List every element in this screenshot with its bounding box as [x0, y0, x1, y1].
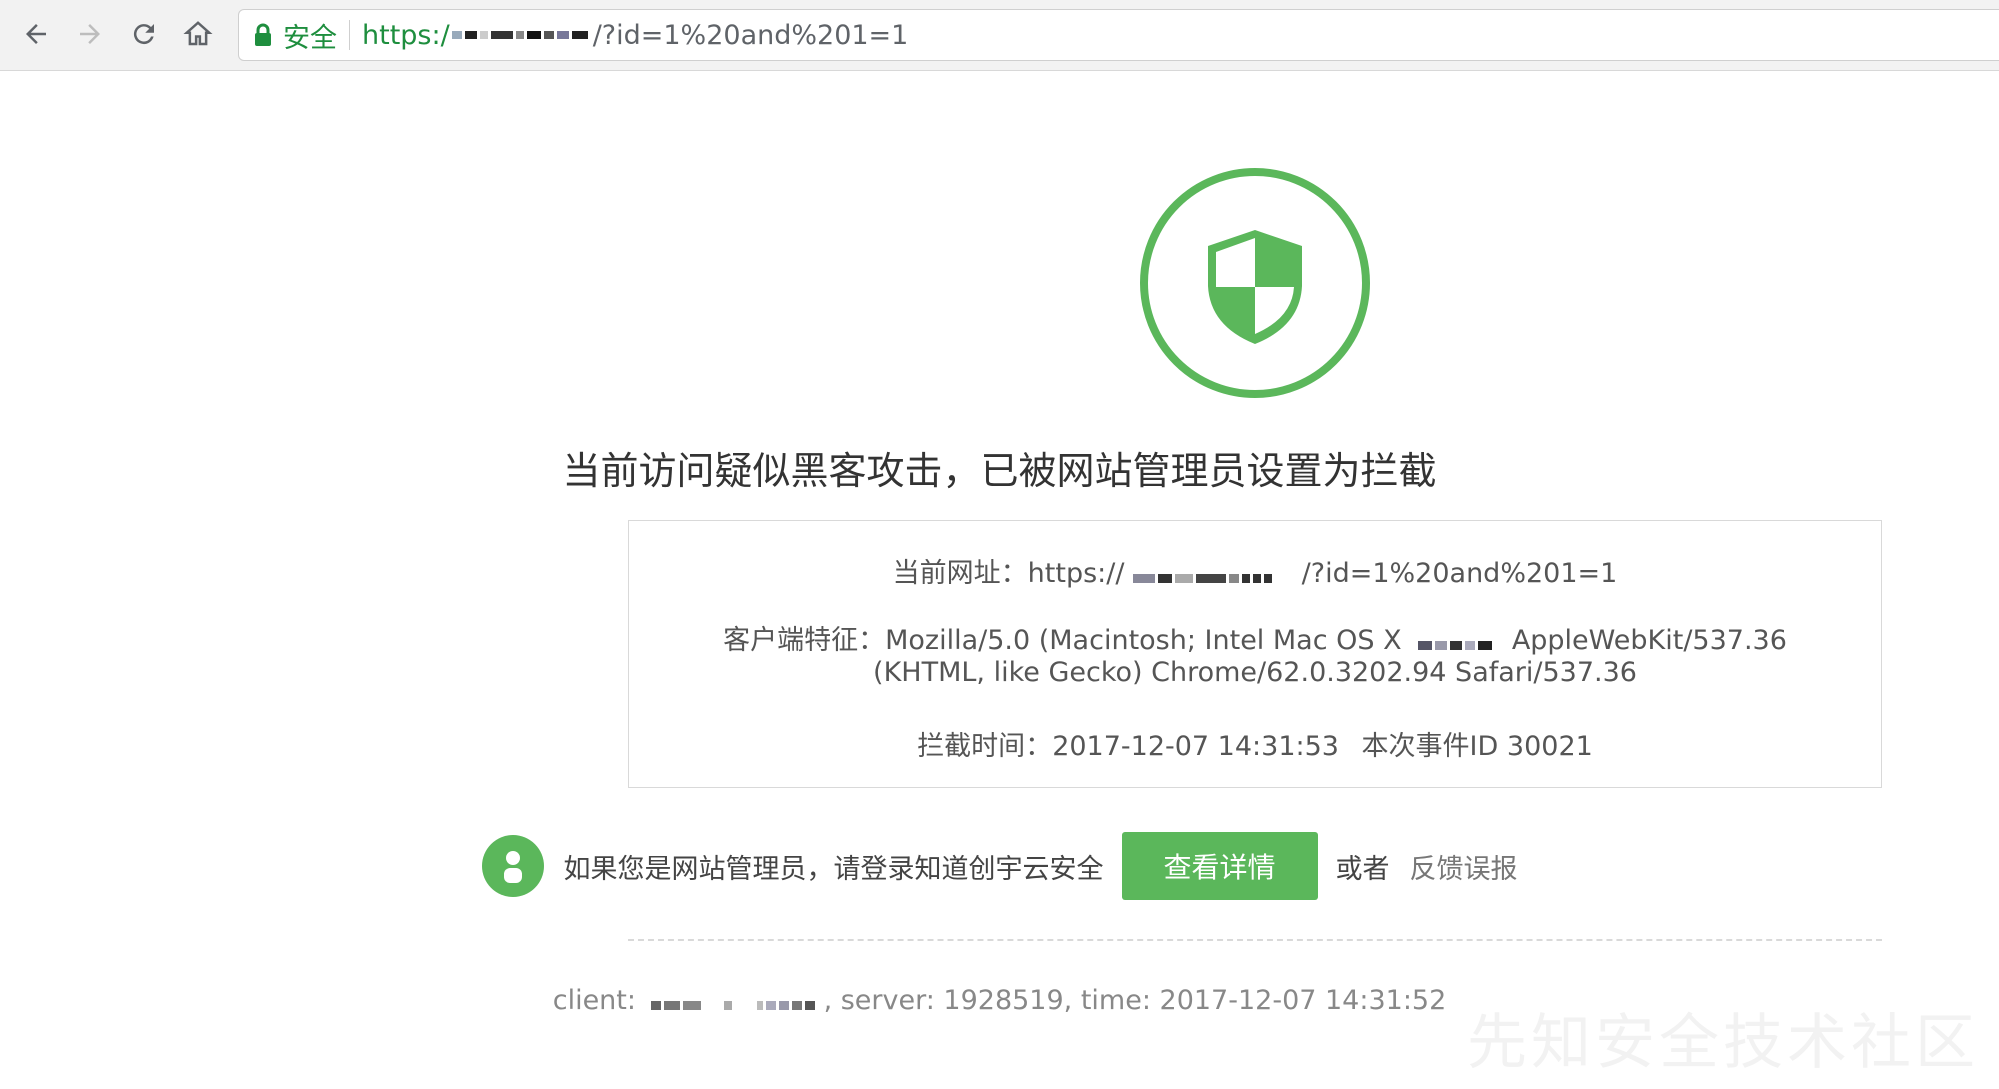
- event-id-value: 30021: [1506, 731, 1593, 762]
- home-icon: [183, 21, 213, 46]
- intercept-time-label: 拦截时间：: [917, 731, 1053, 762]
- admin-prompt: 如果您是网站管理员，请登录知道创宇云安全: [563, 853, 1104, 885]
- current-url-prefix: https://: [1027, 558, 1125, 589]
- browser-toolbar: 安全 https:/ /?id=1%20and%201=1: [0, 0, 1999, 71]
- back-arrow-icon: [26, 24, 46, 44]
- home-button[interactable]: [176, 12, 220, 56]
- block-headline: 当前访问疑似黑客攻击，已被网站管理员设置为拦截: [562, 449, 1437, 493]
- client-label: 客户端特征：: [723, 625, 886, 656]
- request-info-box: 当前网址：https:// /?id=1%20and%201=1 客户端特征：M…: [628, 520, 1882, 788]
- or-text: 或者: [1335, 853, 1390, 885]
- shield-icon: [1138, 166, 1372, 400]
- client-ua-redacted: [1418, 626, 1495, 657]
- omnibox-divider: [349, 20, 350, 50]
- intercept-time-row: 拦截时间：2017-12-07 14:31:53 本次事件ID 30021: [629, 724, 1881, 763]
- admin-action-row: 如果您是网站管理员，请登录知道创宇云安全 查看详情 或者 反馈误报: [0, 832, 1999, 900]
- current-url-label: 当前网址：: [892, 558, 1028, 589]
- url-redacted-host: [451, 31, 591, 39]
- watermark: 先知安全技术社区: [1467, 1008, 1979, 1078]
- event-id-label: 本次事件ID: [1361, 731, 1499, 762]
- url-suffix: /?id=1%20and%201=1: [592, 19, 909, 51]
- view-details-button[interactable]: 查看详情: [1121, 832, 1318, 900]
- current-url-suffix: /?id=1%20and%201=1: [1301, 558, 1618, 589]
- client-ua-part2: AppleWebKit/537.36: [1511, 625, 1787, 656]
- reload-icon: [133, 24, 154, 45]
- forward-button[interactable]: [68, 12, 112, 56]
- current-url-redacted: [1133, 559, 1275, 590]
- url-text: https:/ /?id=1%20and%201=1: [362, 20, 908, 51]
- dashed-divider: [628, 939, 1882, 941]
- url-prefix: https:/: [362, 19, 450, 51]
- forward-arrow-icon: [80, 24, 100, 44]
- footer-client-label: client:: [552, 985, 636, 1016]
- address-bar[interactable]: 安全 https:/ /?id=1%20and%201=1: [238, 9, 1999, 61]
- client-ua-line2: (KHTML, like Gecko) Chrome/62.0.3202.94 …: [873, 657, 1637, 688]
- client-ip-redacted: [650, 986, 818, 1017]
- lock-icon: [255, 23, 271, 46]
- secure-label: 安全: [283, 22, 337, 54]
- back-button[interactable]: [14, 12, 58, 56]
- footer-server-time: , server: 1928519, time: 2017-12-07 14:3…: [823, 985, 1447, 1016]
- intercept-time-value: 2017-12-07 14:31:53: [1052, 731, 1339, 762]
- current-url-row: 当前网址：https:// /?id=1%20and%201=1: [629, 551, 1881, 590]
- client-ua-part1: Mozilla/5.0 (Macintosh; Intel Mac OS X: [885, 625, 1402, 656]
- client-ua-row: 客户端特征：Mozilla/5.0 (Macintosh; Intel Mac …: [629, 618, 1881, 657]
- reload-button[interactable]: [122, 12, 166, 56]
- report-false-positive-link[interactable]: 反馈误报: [1410, 847, 1518, 886]
- user-icon: [481, 835, 544, 897]
